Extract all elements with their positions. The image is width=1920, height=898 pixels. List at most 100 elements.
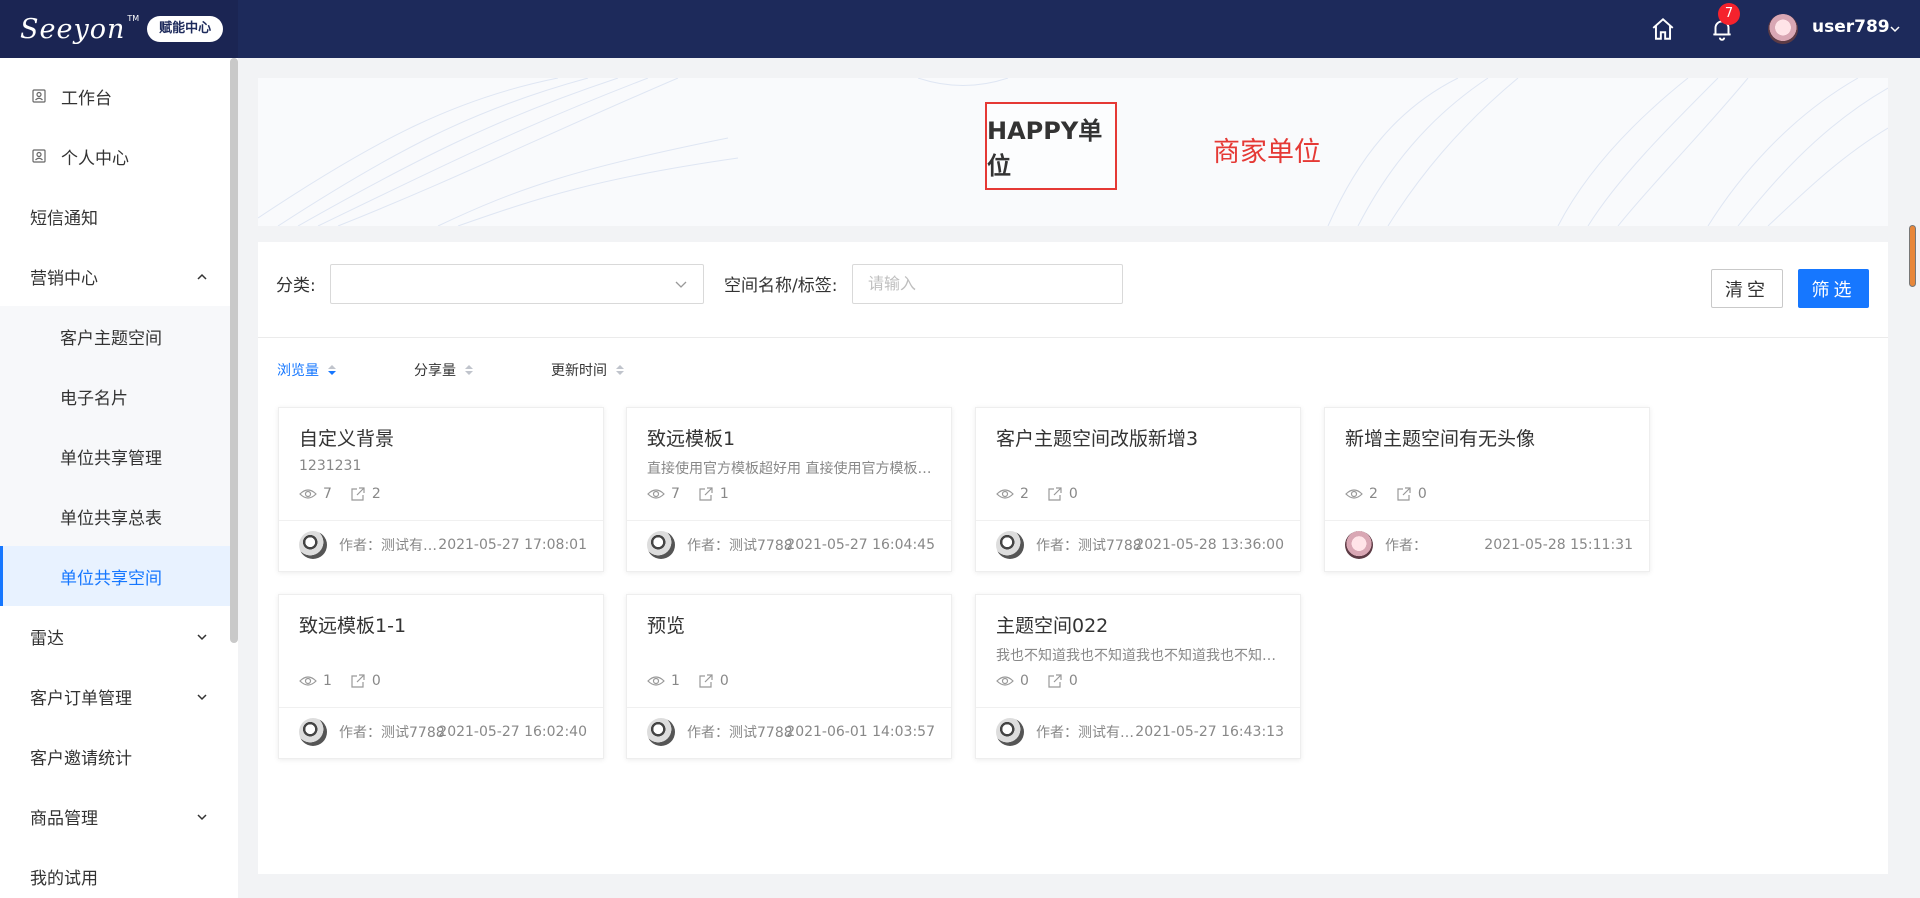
view-count: 7	[647, 486, 680, 502]
card-footer: 作者：测试7788 2021-05-28 13:36:00	[996, 530, 1284, 560]
view-count: 2	[1345, 486, 1378, 502]
card-footer: 作者：测试7788 2021-05-27 16:04:45	[647, 530, 935, 560]
category-select[interactable]	[330, 264, 704, 304]
banner: HAPPY单位 商家单位	[258, 78, 1888, 226]
divider	[279, 520, 603, 521]
card-stats: 1 0	[647, 673, 747, 689]
share-count: 0	[350, 673, 381, 689]
view-count: 7	[299, 486, 332, 502]
space-card[interactable]: 致远模板1-1 1 0 作者：测试7788 2021-05-27 16:02:4…	[278, 594, 604, 759]
share-count: 0	[698, 673, 729, 689]
unit-name: 商家单位	[1213, 137, 1321, 168]
eye-icon	[647, 489, 665, 499]
author-name: 作者：	[1385, 538, 1427, 554]
space-card[interactable]: 新增主题空间有无头像 2 0 作者： 2021-05-28 15:11:31	[1324, 407, 1650, 572]
space-card[interactable]: 预览 1 0 作者：测试7788 2021-06-01 14:03:57	[626, 594, 952, 759]
sort-by-views[interactable]: 浏览量	[277, 360, 336, 380]
card-description: 1231231	[299, 458, 362, 474]
sidebar-item-trial[interactable]: 我的试用	[0, 846, 230, 898]
view-count: 2	[996, 486, 1029, 502]
card-title: 致远模板1-1	[299, 615, 407, 637]
chevron-down-icon	[196, 628, 208, 648]
user-avatar[interactable]	[1768, 14, 1798, 44]
sidebar-item-label: 电子名片	[60, 388, 128, 409]
clear-button[interactable]: 清空	[1711, 269, 1783, 308]
share-count: 0	[1047, 673, 1078, 689]
sidebar-item-label: 客户主题空间	[60, 328, 162, 349]
author-name: 作者：测试7788	[339, 725, 445, 741]
space-card[interactable]: 客户主题空间改版新增3 2 0 作者：测试7788 2021-05-28 13:…	[975, 407, 1301, 572]
sidebar-item-orders[interactable]: 客户订单管理	[0, 666, 230, 726]
sort-icon	[616, 365, 624, 375]
share-count-value: 0	[719, 673, 729, 689]
chevron-down-icon[interactable]	[674, 276, 688, 295]
sidebar-item-label: 单位共享总表	[60, 508, 162, 529]
content-panel: 分类: 空间名称/标签: 请输入 清空 筛选 浏览量 分享量 更新时间 自定义背…	[258, 242, 1888, 874]
card-stats: 2 0	[1345, 486, 1445, 502]
share-count-value: 0	[1068, 486, 1078, 502]
card-date: 2021-06-01 14:03:57	[786, 724, 935, 740]
card-footer: 作者： 2021-05-28 15:11:31	[1345, 530, 1633, 560]
author-name: 作者：测试7788	[1036, 538, 1142, 554]
card-stats: 7 2	[299, 486, 399, 502]
author-avatar	[299, 718, 327, 746]
divider	[976, 707, 1300, 708]
card-description: 我也不知道我也不知道我也不知道我也不知道我也不知道	[996, 648, 1284, 664]
logo[interactable]: Seeyon TM 赋能中心	[20, 12, 224, 46]
view-count-value: 0	[1020, 673, 1029, 689]
eye-icon	[647, 676, 665, 686]
sort-by-update-time[interactable]: 更新时间	[551, 360, 624, 380]
space-card[interactable]: 主题空间022 我也不知道我也不知道我也不知道我也不知道我也不知道 0 0 作者…	[975, 594, 1301, 759]
sidebar-item-invite-stats[interactable]: 客户邀请统计	[0, 726, 230, 786]
sidebar-item-radar[interactable]: 雷达	[0, 606, 230, 666]
eye-icon	[299, 489, 317, 499]
main-scrollbar-thumb[interactable]	[1909, 225, 1916, 287]
author-avatar	[647, 718, 675, 746]
view-count-value: 7	[323, 486, 332, 502]
username[interactable]: user789	[1812, 17, 1890, 37]
author-avatar	[996, 531, 1024, 559]
home-icon[interactable]	[1648, 14, 1678, 44]
sidebar-item-marketing[interactable]: 营销中心	[0, 246, 230, 306]
view-count: 1	[647, 673, 680, 689]
sidebar-item-sms[interactable]: 短信通知	[0, 186, 230, 246]
author-name: 作者：测试有限公司	[339, 538, 445, 554]
share-icon	[351, 487, 365, 501]
divider	[627, 520, 951, 521]
view-count-value: 2	[1369, 486, 1378, 502]
card-stats: 2 0	[996, 486, 1096, 502]
sidebar-item-products[interactable]: 商品管理	[0, 786, 230, 846]
sidebar-item-business-card[interactable]: 电子名片	[0, 366, 230, 426]
share-count: 1	[698, 486, 729, 502]
space-card[interactable]: 自定义背景 1231231 7 2 作者：测试有限公司 2021-05-27 1…	[278, 407, 604, 572]
sidebar-item-label: 短信通知	[30, 208, 98, 229]
main-scrollbar-track[interactable]	[1902, 58, 1920, 898]
share-icon	[1048, 487, 1062, 501]
eye-icon	[996, 489, 1014, 499]
chevron-down-icon	[196, 808, 208, 828]
sort-by-shares[interactable]: 分享量	[414, 360, 473, 380]
share-count-value: 0	[371, 673, 381, 689]
chevron-down-icon[interactable]	[1889, 20, 1901, 39]
card-footer: 作者：测试有限公司 2021-05-27 17:08:01	[299, 530, 587, 560]
sidebar-item-personal-center[interactable]: 个人中心	[0, 126, 230, 186]
card-footer: 作者：测试7788 2021-06-01 14:03:57	[647, 717, 935, 747]
sidebar-item-label: 营销中心	[30, 268, 98, 289]
card-footer: 作者：测试有限公司 2021-05-27 16:43:13	[996, 717, 1284, 747]
sidebar-item-share-space[interactable]: 单位共享空间	[0, 546, 230, 606]
workbench-icon	[31, 88, 47, 104]
sidebar-item-share-summary[interactable]: 单位共享总表	[0, 486, 230, 546]
sidebar-item-workbench[interactable]: 工作台	[0, 66, 230, 126]
sidebar-item-customer-space[interactable]: 客户主题空间	[0, 306, 230, 366]
view-count: 0	[996, 673, 1029, 689]
sidebar-item-share-management[interactable]: 单位共享管理	[0, 426, 230, 486]
divider	[976, 520, 1300, 521]
card-stats: 1 0	[299, 673, 399, 689]
space-card[interactable]: 致远模板1 直接使用官方模板超好用 直接使用官方模板超好用 7 1 作者：测试7…	[626, 407, 952, 572]
eye-icon	[996, 676, 1014, 686]
sort-label: 更新时间	[551, 363, 607, 379]
unit-logo: HAPPY单位	[985, 102, 1117, 190]
filter-button[interactable]: 筛选	[1798, 269, 1869, 308]
name-tag-input[interactable]: 请输入	[852, 264, 1123, 304]
sidebar-scrollbar[interactable]	[230, 58, 238, 643]
